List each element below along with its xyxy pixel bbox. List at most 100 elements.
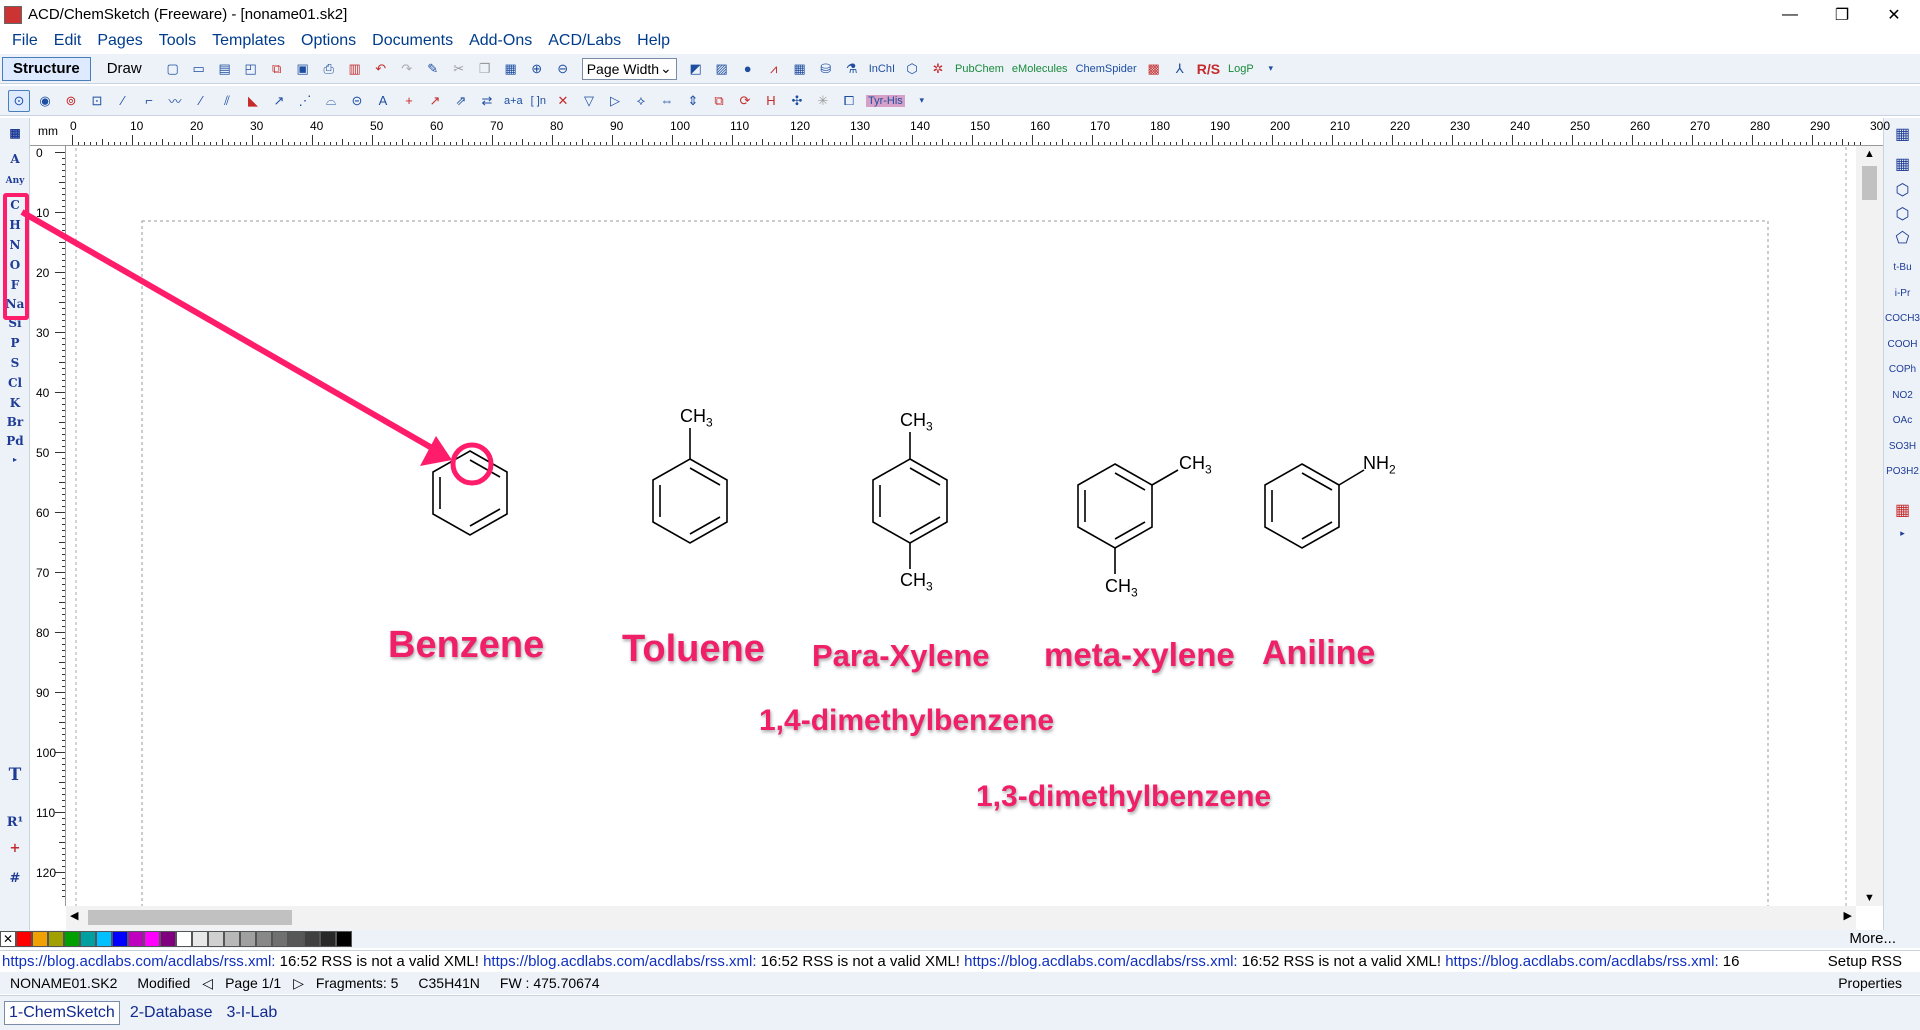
structure-mode-button[interactable]: Structure — [2, 56, 91, 81]
bond-icon[interactable]: ⁄ — [190, 90, 212, 112]
3d-rotate-icon[interactable]: ⟳ — [734, 90, 756, 112]
arrow-bond-icon[interactable]: ↗ — [268, 90, 290, 112]
explode-icon[interactable]: ✳ — [812, 90, 834, 112]
hash-bond-icon[interactable]: ⋰ — [294, 90, 316, 112]
prev-page-icon[interactable]: ◁ — [200, 975, 215, 992]
rs-button[interactable]: R/S — [1197, 61, 1220, 77]
add-charge-icon[interactable]: + — [0, 838, 30, 860]
zoom-out-icon[interactable]: ⊖ — [552, 58, 574, 80]
open-file-icon[interactable]: ▤ — [214, 58, 236, 80]
menu-acd-labs[interactable]: ACD/Labs — [540, 32, 629, 50]
scroll-down-icon[interactable]: ▼ — [1856, 892, 1883, 904]
color-swatch[interactable] — [192, 931, 208, 947]
select-rotate-icon[interactable]: ◉ — [34, 90, 56, 112]
radical-coch3[interactable]: COCH3 — [1884, 313, 1920, 324]
menu-edit[interactable]: Edit — [46, 32, 90, 50]
next-page-icon[interactable]: ▷ — [291, 975, 306, 992]
menu-documents[interactable]: Documents — [364, 32, 461, 50]
color-swatch[interactable] — [304, 931, 320, 947]
draw-continuous-icon[interactable]: ⌐ — [138, 90, 160, 112]
color-swatch[interactable] — [240, 931, 256, 947]
select-move-icon[interactable]: ⊙ — [8, 89, 30, 112]
aniline-structure[interactable] — [1264, 463, 1365, 549]
radical-i-pr[interactable]: i-Pr — [1884, 288, 1920, 299]
periodic-table-icon[interactable]: ▦ — [0, 122, 30, 144]
right-overflow-icon[interactable]: ▸ — [1884, 528, 1920, 539]
color-swatch[interactable] — [96, 931, 112, 947]
peptide-button[interactable]: Tyr-His — [865, 94, 905, 107]
copy-icon[interactable]: ❐ — [474, 58, 496, 80]
clean-icon[interactable]: ✎ — [422, 58, 444, 80]
radical-so3h[interactable]: SO3H — [1884, 441, 1920, 452]
toolbar2-overflow-icon[interactable]: ▾ — [911, 90, 933, 112]
properties-button[interactable]: Properties — [1838, 972, 1902, 994]
drawing-canvas[interactable]: CH3 CH3 CH3 CH3 CH3 NH2 Benzene Toluene … — [66, 146, 1856, 906]
menu-options[interactable]: Options — [293, 32, 364, 50]
element-any[interactable]: Any — [0, 170, 30, 192]
color-swatch[interactable] — [224, 931, 240, 947]
select-rectangle-icon[interactable]: ⊡ — [86, 90, 108, 112]
draw-normal-icon[interactable]: ∕ — [112, 90, 134, 112]
color-swatch[interactable] — [320, 931, 336, 947]
import-icon[interactable]: ⧉ — [266, 58, 288, 80]
scroll-left-icon[interactable]: ◀ — [70, 909, 78, 922]
minimize-button[interactable]: — — [1764, 0, 1816, 29]
menu-pages[interactable]: Pages — [89, 32, 150, 50]
color-swatch[interactable] — [48, 931, 64, 947]
inchi-button[interactable]: InChI — [869, 63, 895, 75]
horizontal-scrollbar[interactable]: ◀ ▶ — [66, 906, 1856, 930]
radical-t-bu[interactable]: t-Bu — [1884, 262, 1920, 273]
new-page-icon[interactable]: ▢ — [162, 58, 184, 80]
new-document-icon[interactable]: ▭ — [188, 58, 210, 80]
undo-icon[interactable]: ↶ — [370, 58, 392, 80]
horizontal-scroll-thumb[interactable] — [88, 910, 292, 925]
bracket-button[interactable]: [ ]n — [531, 95, 546, 107]
color-swatch[interactable] — [272, 931, 288, 947]
toluene-structure[interactable] — [652, 428, 728, 544]
element-s[interactable]: S — [0, 352, 30, 374]
vertical-scroll-thumb[interactable] — [1862, 166, 1877, 200]
pentagon-ring-icon[interactable]: ⬠ — [1884, 228, 1920, 248]
color-swatch[interactable] — [128, 931, 144, 947]
clean-structure-icon[interactable]: ⟡ — [630, 90, 652, 112]
3d-optimize-icon[interactable]: ⬡ — [901, 58, 923, 80]
name-icon[interactable]: ⚗ — [841, 58, 863, 80]
color-swatch[interactable] — [80, 931, 96, 947]
text-icon[interactable]: T — [0, 764, 30, 786]
color-swatch[interactable] — [144, 931, 160, 947]
save-icon[interactable]: ▣ — [292, 58, 314, 80]
more-radicals-icon[interactable]: ▦ — [1884, 500, 1920, 520]
element-a[interactable]: A — [0, 148, 30, 170]
menu-tools[interactable]: Tools — [151, 32, 204, 50]
move-icon[interactable]: ⇔ — [656, 90, 678, 112]
hydrogens-icon[interactable]: H — [760, 90, 782, 112]
radical-po3h2[interactable]: PO3H2 — [1884, 466, 1920, 477]
text-tool-icon[interactable]: A — [372, 90, 394, 112]
cut-icon[interactable]: ✂ — [448, 58, 470, 80]
element-p[interactable]: P — [0, 332, 30, 354]
cyclopropane-icon[interactable]: ▦ — [1884, 154, 1920, 174]
redo-icon[interactable]: ↷ — [396, 58, 418, 80]
radical-coph[interactable]: COPh — [1884, 364, 1920, 375]
rss-link[interactable]: https://blog.acdlabs.com/acdlabs/rss.xml… — [2, 953, 275, 970]
hexagon-ring-icon[interactable]: ⬡ — [1884, 180, 1920, 200]
3d-viewer-icon[interactable]: ● — [737, 58, 759, 80]
draw-chain-icon[interactable]: 〰 — [164, 90, 186, 112]
restore-button[interactable]: ❐ — [1816, 0, 1868, 29]
app-tab-i-lab[interactable]: 3-I-Lab — [223, 1002, 282, 1024]
color-swatch[interactable] — [288, 931, 304, 947]
lasso-icon[interactable]: ⊚ — [60, 90, 82, 112]
template-icon[interactable]: ⧉ — [708, 90, 730, 112]
plus-charge-icon[interactable]: + — [398, 90, 420, 112]
para-xylene-structure[interactable] — [872, 432, 948, 569]
meta-xylene-structure[interactable] — [1077, 463, 1179, 574]
delete-icon[interactable]: ✕ — [552, 90, 574, 112]
copy-to-3d-icon[interactable]: ⧠ — [838, 90, 860, 112]
flip-vertical-icon[interactable]: ▽ — [578, 90, 600, 112]
atom-number-icon[interactable]: # — [0, 868, 30, 890]
export-pdf-icon[interactable]: ▥ — [344, 58, 366, 80]
element-cl[interactable]: Cl — [0, 372, 30, 394]
dictionary-icon[interactable]: ⛁ — [815, 58, 837, 80]
open-template-icon[interactable]: ◰ — [240, 58, 262, 80]
hexagon-ring-alt-icon[interactable]: ⬡ — [1884, 204, 1920, 224]
